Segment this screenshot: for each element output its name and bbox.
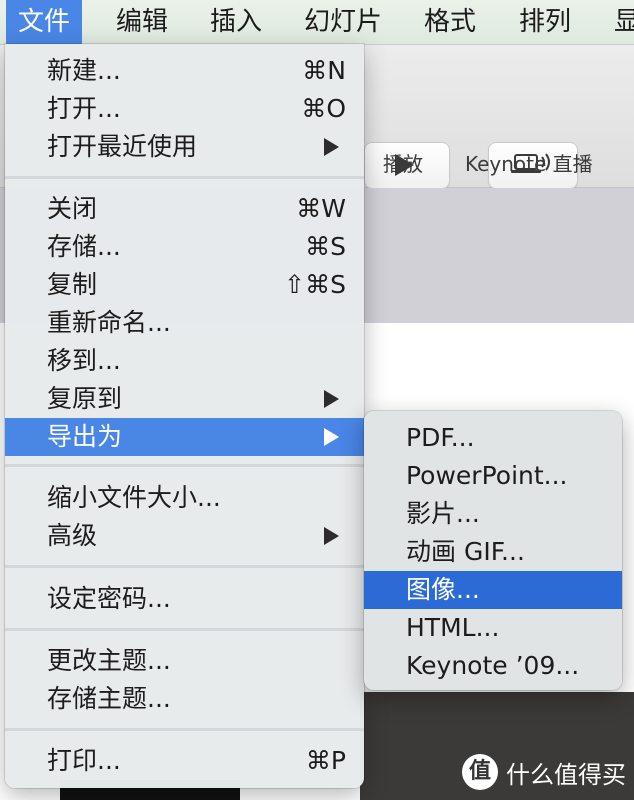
submenu-item-label: PDF...	[406, 423, 475, 452]
submenu-item-label: 影片...	[406, 499, 480, 528]
menu-item-open[interactable]: 打开... ⌘O	[5, 90, 364, 128]
menu-format[interactable]: 格式	[412, 0, 488, 44]
menu-item-label: 打开...	[47, 94, 121, 123]
submenu-item-images[interactable]: 图像...	[364, 571, 622, 609]
menu-item-label: 设定密码...	[47, 584, 171, 613]
submenu-item-label: 图像...	[406, 575, 480, 604]
menu-item-save[interactable]: 存储... ⌘S	[5, 228, 364, 266]
export-submenu: PDF... PowerPoint... 影片... 动画 GIF... 图像.…	[364, 411, 622, 690]
submenu-item-powerpoint[interactable]: PowerPoint...	[364, 457, 622, 495]
menu-separator	[5, 728, 364, 731]
menu-item-label: 导出为	[47, 422, 123, 451]
play-label: 播放	[383, 152, 423, 176]
menu-item-close[interactable]: 关闭 ⌘W	[5, 190, 364, 228]
menu-item-label: 存储主题...	[47, 684, 171, 713]
menu-item-label: 缩小文件大小...	[47, 483, 221, 512]
menu-item-label: 更改主题...	[47, 646, 171, 675]
menu-separator	[5, 565, 364, 568]
submenu-arrow-icon	[324, 390, 339, 408]
menu-view[interactable]: 显	[602, 0, 634, 44]
submenu-item-pdf[interactable]: PDF...	[364, 419, 622, 457]
watermark-logo: 值	[462, 754, 498, 790]
submenu-arrow-icon	[324, 428, 339, 446]
menu-item-shortcut: ⌘N	[302, 56, 346, 85]
menu-item-label: 存储...	[47, 232, 121, 261]
menu-item-revert-to[interactable]: 复原到	[5, 380, 364, 418]
menu-item-label: 新建...	[47, 56, 121, 85]
menu-item-reduce-file-size[interactable]: 缩小文件大小...	[5, 479, 364, 517]
menu-file[interactable]: 文件	[6, 0, 83, 44]
file-menu: 新建... ⌘N 打开... ⌘O 打开最近使用 关闭 ⌘W 存储... ⌘S …	[5, 44, 364, 788]
submenu-item-keynote-09[interactable]: Keynote ’09...	[364, 647, 622, 685]
submenu-arrow-icon	[324, 138, 339, 156]
menu-item-export-to[interactable]: 导出为	[5, 418, 364, 456]
menu-item-shortcut: ⌘P	[305, 746, 346, 775]
menu-item-label: 关闭	[47, 194, 98, 223]
watermark: 值 什么值得买	[462, 752, 626, 792]
submenu-item-label: Keynote ’09...	[406, 651, 580, 680]
submenu-item-html[interactable]: HTML...	[364, 609, 622, 647]
menu-item-label: 移到...	[47, 346, 121, 375]
menu-arrange[interactable]: 排列	[507, 0, 583, 44]
menu-item-move-to[interactable]: 移到...	[5, 342, 364, 380]
menu-item-open-recent[interactable]: 打开最近使用	[5, 128, 364, 166]
menu-insert[interactable]: 插入	[198, 0, 274, 44]
menu-item-shortcut: ⇧⌘S	[284, 270, 346, 299]
submenu-arrow-icon	[324, 527, 339, 545]
menu-item-duplicate[interactable]: 复制 ⇧⌘S	[5, 266, 364, 304]
menu-edit[interactable]: 编辑	[104, 0, 180, 44]
menu-separator	[5, 176, 364, 179]
menu-item-print[interactable]: 打印... ⌘P	[5, 742, 364, 780]
menu-item-label: 复制	[47, 270, 98, 299]
menu-item-shortcut: ⌘S	[305, 232, 346, 261]
submenu-item-label: PowerPoint...	[406, 461, 568, 490]
submenu-item-label: HTML...	[406, 613, 500, 642]
menu-item-label: 重新命名...	[47, 308, 171, 337]
menu-item-save-theme[interactable]: 存储主题...	[5, 680, 364, 718]
menu-item-new[interactable]: 新建... ⌘N	[5, 52, 364, 90]
menu-separator	[5, 628, 364, 631]
submenu-item-animated-gif[interactable]: 动画 GIF...	[364, 533, 622, 571]
menu-item-rename[interactable]: 重新命名...	[5, 304, 364, 342]
menu-item-change-theme[interactable]: 更改主题...	[5, 642, 364, 680]
menu-item-label: 复原到	[47, 384, 123, 413]
menu-item-label: 打印...	[47, 746, 121, 775]
menu-item-shortcut: ⌘O	[301, 94, 346, 123]
watermark-text: 什么值得买	[506, 760, 626, 789]
menu-item-label: 打开最近使用	[47, 132, 198, 161]
menu-bar: 文件 编辑 插入 幻灯片 格式 排列 显	[0, 0, 634, 45]
keynote-live-label: Keynote 直播	[465, 152, 593, 176]
menu-item-shortcut: ⌘W	[296, 194, 346, 223]
menu-separator	[5, 464, 364, 467]
menu-item-advanced[interactable]: 高级	[5, 517, 364, 555]
menu-slide[interactable]: 幻灯片	[292, 0, 394, 44]
submenu-item-label: 动画 GIF...	[406, 537, 525, 566]
menu-item-label: 高级	[47, 521, 98, 550]
submenu-item-movie[interactable]: 影片...	[364, 495, 622, 533]
menu-item-set-password[interactable]: 设定密码...	[5, 580, 364, 618]
